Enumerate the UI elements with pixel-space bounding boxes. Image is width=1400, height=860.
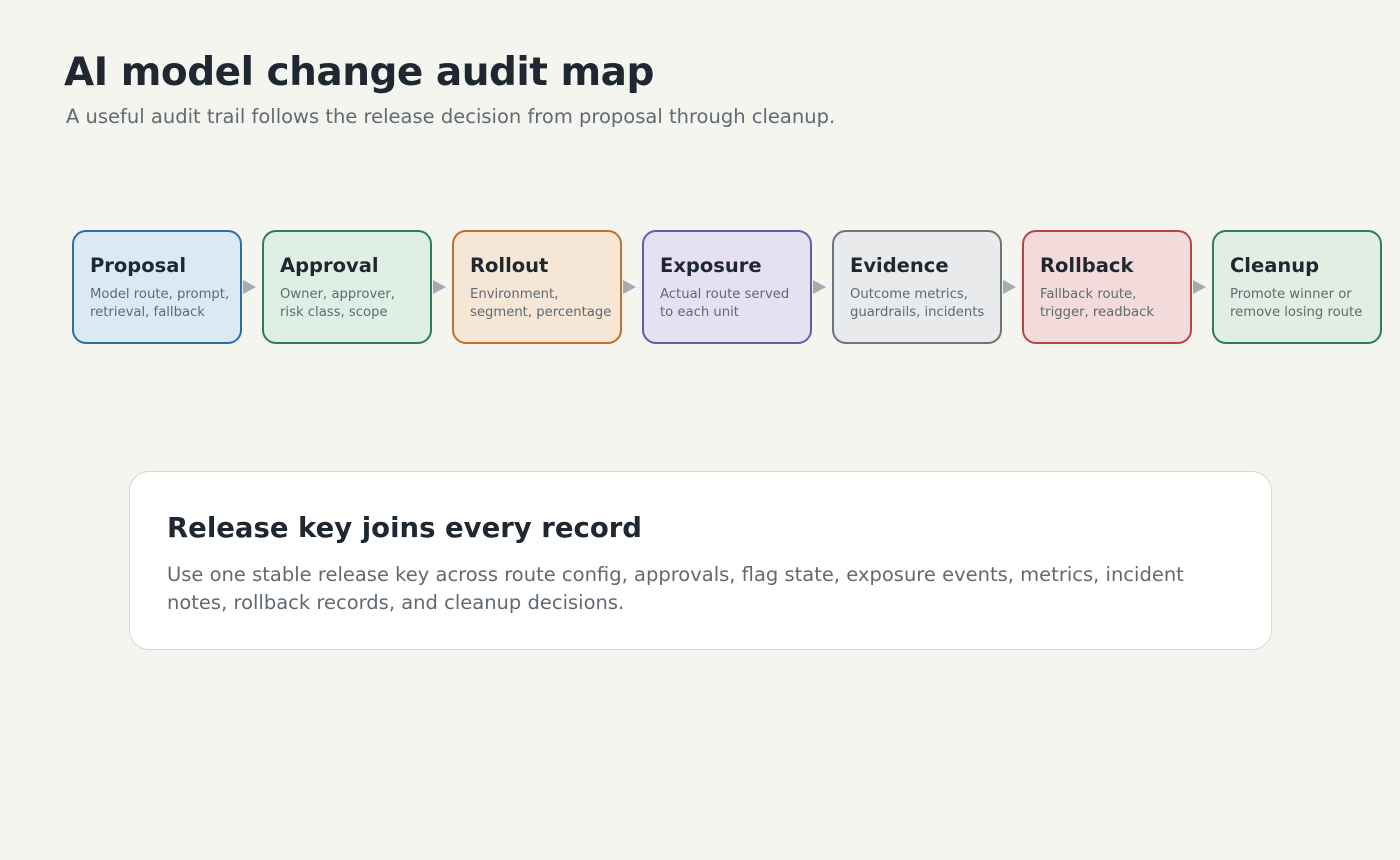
step-description: Outcome metrics, guardrails, incidents [850, 287, 985, 320]
audit-step-flow: Proposal Model route, prompt, retrieval,… [72, 230, 1383, 346]
release-key-description: Use one stable release key across route … [167, 563, 1184, 614]
step-description: Environment, segment, percentage [470, 287, 612, 320]
step-description: Model route, prompt, retrieval, fallback [90, 287, 230, 320]
step-rollout: Rollout Environment, segment, percentage [452, 230, 622, 344]
step-title: Approval [280, 254, 379, 277]
step-title: Exposure [660, 254, 762, 277]
arrow-right-icon [1003, 280, 1016, 294]
step-description: Fallback route, trigger, readback [1040, 287, 1154, 320]
arrow-right-icon [243, 280, 256, 294]
step-rollback: Rollback Fallback route, trigger, readba… [1022, 230, 1192, 344]
step-title: Proposal [90, 254, 187, 277]
step-title: Cleanup [1230, 254, 1320, 277]
step-evidence: Evidence Outcome metrics, guardrails, in… [832, 230, 1002, 344]
arrow-right-icon [623, 280, 636, 294]
step-description: Promote winner or remove losing route [1230, 287, 1363, 320]
step-exposure: Exposure Actual route served to each uni… [642, 230, 812, 344]
step-cleanup: Cleanup Promote winner or remove losing … [1212, 230, 1382, 344]
page-title: AI model change audit map [64, 50, 654, 95]
page-subtitle: A useful audit trail follows the release… [66, 105, 836, 128]
step-approval: Approval Owner, approver, risk class, sc… [262, 230, 432, 344]
step-title: Rollback [1040, 254, 1134, 277]
arrow-right-icon [1193, 280, 1206, 294]
step-title: Rollout [470, 254, 549, 277]
release-key-panel: Release key joins every record Use one s… [129, 471, 1272, 650]
step-description: Owner, approver, risk class, scope [280, 287, 395, 320]
step-title: Evidence [850, 254, 949, 277]
release-key-title: Release key joins every record [167, 512, 642, 544]
arrow-right-icon [433, 280, 446, 294]
arrow-right-icon [813, 280, 826, 294]
step-proposal: Proposal Model route, prompt, retrieval,… [72, 230, 242, 344]
step-description: Actual route served to each unit [660, 287, 790, 320]
